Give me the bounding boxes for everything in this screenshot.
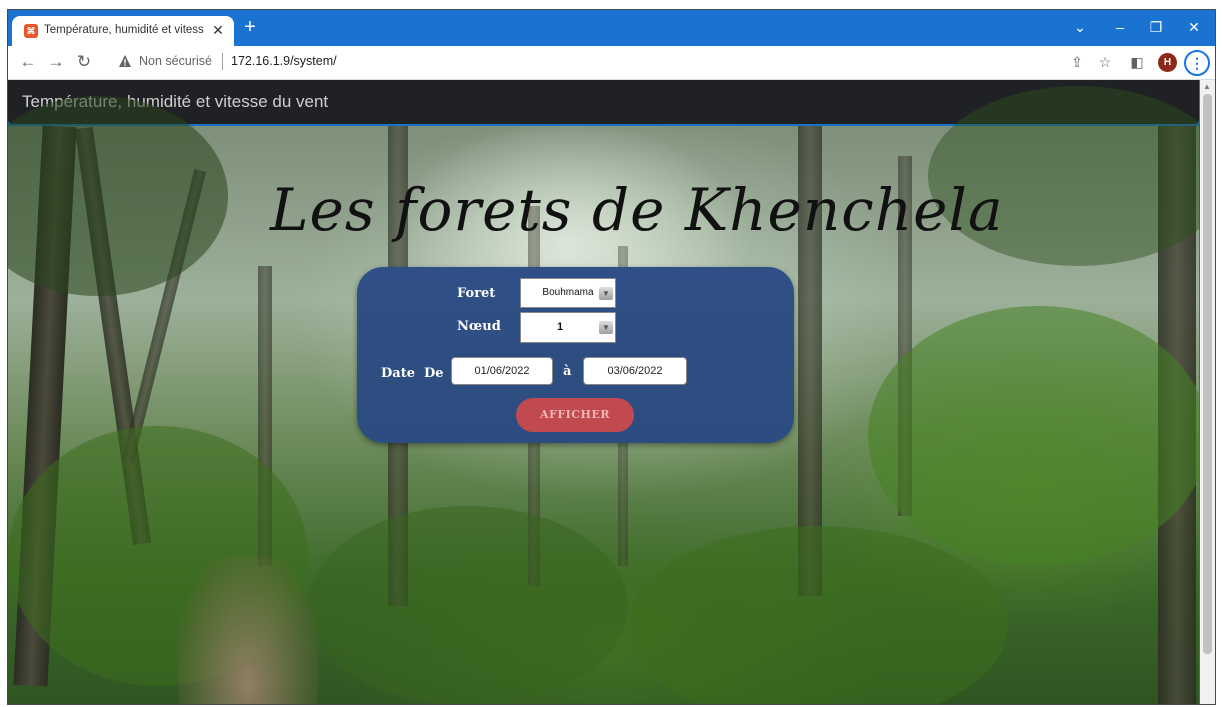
- afficher-button[interactable]: AFFICHER: [516, 398, 634, 432]
- filter-form-panel: Foret Bouhmama ▼ Nœud 1 ▼ Date De 01/06/…: [357, 267, 794, 443]
- noeud-select[interactable]: 1 ▼: [520, 312, 616, 343]
- browser-menu-icon[interactable]: ⋮: [1184, 50, 1210, 76]
- new-tab-button[interactable]: +: [240, 17, 260, 38]
- browser-window: ⌘ Température, humidité et vitesse ✕ + ⌄…: [7, 9, 1216, 705]
- date-separator: à: [563, 364, 572, 379]
- security-label[interactable]: Non sécurisé: [139, 54, 212, 68]
- url-divider: [222, 53, 223, 70]
- page-viewport: Température, humidité et vitesse du vent…: [8, 80, 1215, 704]
- foret-select[interactable]: Bouhmama ▼: [520, 278, 616, 308]
- reload-icon[interactable]: ↻: [74, 52, 94, 72]
- favicon-icon: ⌘: [24, 24, 38, 38]
- browser-toolbar: ← → ↻ Non sécurisé 172.16.1.9/system/ ⇪ …: [8, 46, 1215, 80]
- forward-icon[interactable]: →: [46, 52, 66, 72]
- date-to-input[interactable]: 03/06/2022: [583, 357, 687, 385]
- foliage: [628, 526, 1008, 704]
- foliage: [8, 96, 228, 296]
- foliage: [868, 306, 1208, 566]
- back-icon[interactable]: ←: [18, 52, 38, 72]
- bookmark-star-icon[interactable]: ☆: [1096, 53, 1114, 71]
- restore-icon[interactable]: ❐: [1144, 16, 1168, 38]
- tab-strip: ⌘ Température, humidité et vitesse ✕ + ⌄…: [8, 10, 1215, 46]
- browser-tab[interactable]: ⌘ Température, humidité et vitesse ✕: [12, 16, 234, 46]
- scroll-thumb[interactable]: [1203, 94, 1212, 654]
- noeud-label: Nœud: [457, 319, 501, 334]
- address-bar[interactable]: 172.16.1.9/system/: [231, 54, 337, 68]
- side-panel-icon[interactable]: ◧: [1128, 53, 1146, 71]
- page-scrollbar[interactable]: ▲: [1200, 80, 1215, 704]
- share-icon[interactable]: ⇪: [1068, 53, 1086, 71]
- forest-background-image: Les forets de Khenchela Foret Bouhmama ▼…: [8, 86, 1215, 704]
- scroll-up-icon[interactable]: ▲: [1203, 82, 1211, 91]
- noeud-select-value: 1: [556, 321, 564, 333]
- close-window-icon[interactable]: ✕: [1182, 16, 1206, 38]
- profile-avatar[interactable]: H: [1158, 53, 1177, 72]
- tab-search-icon[interactable]: ⌄: [1068, 16, 1092, 38]
- tab-title: Température, humidité et vitesse: [44, 24, 204, 36]
- close-tab-icon[interactable]: ✕: [210, 22, 226, 38]
- warning-icon[interactable]: [118, 54, 132, 68]
- page-heading: Les forets de Khenchela: [270, 176, 1004, 244]
- date-from-input[interactable]: 01/06/2022: [451, 357, 553, 385]
- minimize-icon[interactable]: –: [1108, 16, 1132, 38]
- foret-label: Foret: [457, 286, 496, 301]
- date-label: Date De: [381, 366, 444, 381]
- foliage: [308, 506, 628, 704]
- chevron-down-icon: ▼: [599, 321, 613, 334]
- forest-path: [178, 556, 318, 704]
- chevron-down-icon: ▼: [599, 287, 613, 300]
